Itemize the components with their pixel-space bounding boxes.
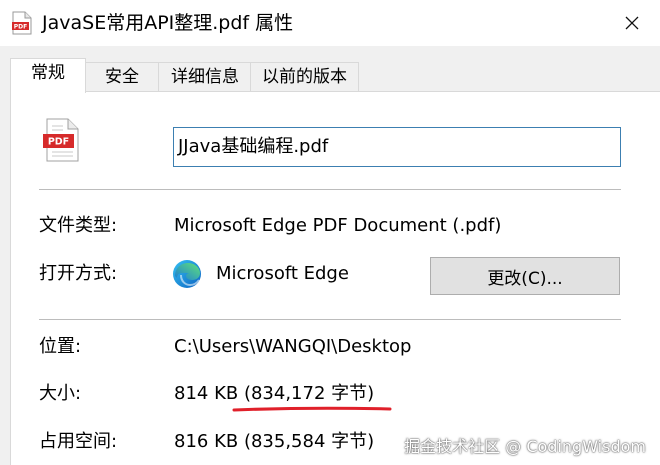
watermark: 掘金技术社区 @ CodingWisdom (404, 437, 646, 456)
location-label: 位置: (39, 336, 82, 357)
size-on-disk-label: 占用空间: (39, 431, 118, 452)
size-value: 814 KB (834,172 字节) (174, 383, 375, 404)
tab-details[interactable]: 详细信息 (158, 62, 252, 92)
close-icon (625, 16, 639, 30)
pdf-file-icon: PDF (12, 11, 32, 35)
size-on-disk-value: 816 KB (835,584 字节) (174, 431, 375, 452)
divider (39, 319, 621, 320)
location-value: C:\Users\WANGQI\Desktop (174, 336, 412, 357)
close-button[interactable] (604, 0, 660, 46)
file-type-label: 文件类型: (39, 215, 118, 236)
size-label: 大小: (39, 383, 82, 404)
microsoft-edge-icon (173, 260, 201, 288)
title-bar: PDF JavaSE常用API整理.pdf 属性 (0, 0, 660, 46)
pdf-icon-label: PDF (48, 137, 69, 148)
svg-text:PDF: PDF (14, 24, 27, 31)
tab-previous-versions[interactable]: 以前的版本 (250, 62, 359, 92)
divider (39, 189, 621, 190)
window-title: JavaSE常用API整理.pdf 属性 (42, 12, 294, 34)
properties-dialog: PDF JavaSE常用API整理.pdf 属性 常规 安全 详细信息 以前的版… (0, 0, 660, 465)
opens-with-label: 打开方式: (39, 263, 118, 284)
red-annotation-underline (232, 406, 392, 412)
opens-with-value: Microsoft Edge (216, 263, 349, 284)
tab-general[interactable]: 常规 (10, 58, 86, 93)
tab-security[interactable]: 安全 (84, 62, 160, 92)
general-panel: PDF JJava基础编程.pdf 文件类型: Microsoft Edge P… (10, 91, 660, 465)
file-name-field[interactable]: JJava基础编程.pdf (173, 127, 621, 167)
pdf-file-icon: PDF (43, 118, 79, 162)
file-type-value: Microsoft Edge PDF Document (.pdf) (174, 215, 502, 236)
change-button[interactable]: 更改(C)... (430, 257, 620, 295)
